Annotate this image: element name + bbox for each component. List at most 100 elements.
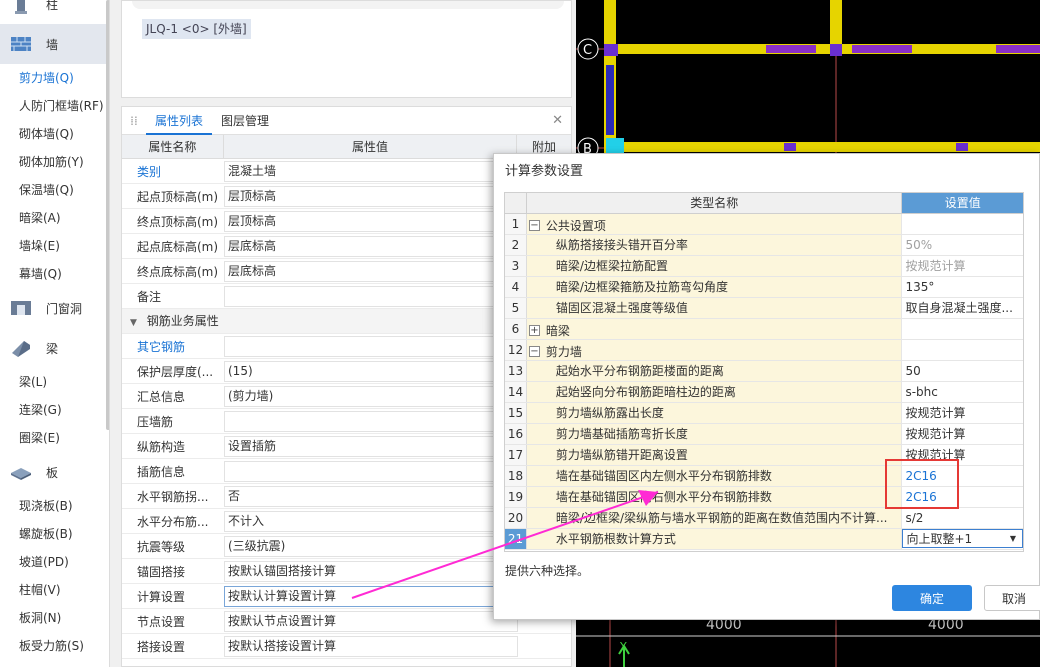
property-value[interactable]: 层底标高 (224, 235, 518, 257)
nav-item-civil-door-frame-wall[interactable]: 人防门框墙(RF) (0, 92, 109, 120)
setting-value-cell[interactable]: 取自身混凝土强度... (902, 298, 1023, 318)
nav-category-beam[interactable]: 梁 (0, 328, 109, 368)
setting-name-cell: 暗梁/边框梁箍筋及拉筋弯勾角度 (526, 277, 903, 297)
property-value[interactable] (224, 285, 518, 307)
settings-group-row[interactable]: 12− 剪力墙 (505, 340, 1023, 361)
property-value[interactable]: 不计入 (224, 510, 518, 532)
property-value[interactable]: 按默认节点设置计算 (224, 610, 518, 632)
close-icon[interactable]: ✕ (552, 113, 563, 128)
nav-category-column[interactable]: 柱 (0, 0, 109, 16)
nav-category-slab[interactable]: 板 (0, 452, 109, 492)
nav-item-column-cap[interactable]: 柱帽(V) (0, 576, 109, 604)
nav-item-spiral-slab[interactable]: 螺旋板(B) (0, 520, 109, 548)
setting-name-cell: 锚固区混凝土强度等级值 (526, 298, 903, 318)
setting-value-cell[interactable]: 50 (902, 361, 1023, 381)
property-value[interactable] (224, 410, 518, 432)
nav-item-slab-hole[interactable]: 板洞(N) (0, 604, 109, 632)
property-tabs: ⁞⁞ 属性列表 图层管理 ✕ (122, 106, 571, 135)
settings-row[interactable]: 19 墙在基础锚固区内右侧水平分布钢筋排数 2C16 (505, 487, 1023, 508)
setting-value-cell[interactable] (902, 319, 1023, 339)
setting-value-cell[interactable]: 按规范计算 (902, 424, 1023, 444)
setting-value-dropdown[interactable]: 向上取整+1 ▼ (902, 529, 1023, 548)
nav-scrollbar[interactable] (106, 0, 109, 430)
row-number: 3 (505, 256, 527, 276)
nav-item-cast-slab[interactable]: 现浇板(B) (0, 492, 109, 520)
nav-item-slab-rebar[interactable]: 板受力筋(S) (0, 632, 109, 660)
settings-row[interactable]: 21 水平钢筋根数计算方式 向上取整+1 ▼ (505, 529, 1023, 550)
property-value[interactable]: 混凝土墙 (224, 160, 518, 182)
nav-item-ramp[interactable]: 坡道(PD) (0, 548, 109, 576)
setting-value-cell[interactable]: s/2 (902, 508, 1023, 528)
settings-row[interactable]: 4 暗梁/边框梁箍筋及拉筋弯勾角度 135° (505, 277, 1023, 298)
nav-category-wall[interactable]: 墙 (0, 24, 109, 64)
setting-value-cell[interactable]: 按规范计算 (902, 445, 1023, 465)
calc-settings-value[interactable]: 按默认计算设置计算 (224, 585, 518, 607)
nav-item-curtain-wall[interactable]: 幕墙(Q) (0, 260, 109, 288)
settings-group-row[interactable]: 6 + 暗梁 (505, 319, 1023, 340)
property-value[interactable] (224, 335, 518, 357)
setting-value-cell[interactable]: 按规范计算 (902, 403, 1023, 423)
setting-value-cell[interactable]: s-bhc (902, 382, 1023, 402)
group-label-wrap: − 剪力墙 (527, 342, 582, 361)
nav-item-beam[interactable]: 梁(L) (0, 368, 109, 396)
group-label: 公共设置项 (545, 218, 606, 233)
column-node (784, 143, 796, 151)
setting-value-cell[interactable]: 2C16 (902, 466, 1023, 486)
property-value[interactable]: 层底标高 (224, 260, 518, 282)
component-tag[interactable]: JLQ-1 <0> [外墙] (142, 19, 251, 39)
cancel-button[interactable]: 取消 (984, 585, 1040, 611)
nav-item-coupling-beam[interactable]: 连梁(G) (0, 396, 109, 424)
property-value[interactable]: (三级抗震) (224, 535, 518, 557)
property-value[interactable]: (15) (224, 360, 518, 382)
settings-grid: 类型名称 设置值 1− 公共设置项 2 纵筋搭接接头错开百分率 50% 3 暗梁/边框梁拉筋… (504, 192, 1024, 552)
settings-row[interactable]: 2 纵筋搭接接头错开百分率 50% (505, 235, 1023, 256)
setting-value-cell[interactable]: 2C16 (902, 487, 1023, 507)
property-value[interactable]: 设置插筋 (224, 435, 518, 457)
setting-value-cell[interactable] (902, 340, 1023, 360)
property-value[interactable]: 按默认搭接设置计算 (224, 635, 518, 657)
property-value[interactable]: 按默认锚固搭接计算 (224, 560, 518, 582)
property-value[interactable]: (剪力墙) (224, 385, 518, 407)
setting-value: 按规范计算 (905, 406, 966, 420)
property-row[interactable]: 搭接设置 按默认搭接设置计算 (122, 634, 571, 659)
setting-value-cell[interactable]: 135° (902, 277, 1023, 297)
property-value[interactable]: 否 (224, 485, 518, 507)
collapse-icon[interactable]: − (528, 220, 540, 231)
settings-row[interactable]: 16 剪力墙基础插筋弯折长度 按规范计算 (505, 424, 1023, 445)
settings-row[interactable]: 17 剪力墙纵筋错开距离设置 按规范计算 (505, 445, 1023, 466)
settings-row[interactable]: 18 墙在基础锚固区内左侧水平分布钢筋排数 2C16 (505, 466, 1023, 487)
dropdown-arrow-icon[interactable]: ▼ (1010, 529, 1016, 549)
nav-item-masonry-wall[interactable]: 砌体墙(Q) (0, 120, 109, 148)
nav-item-shear-wall[interactable]: 剪力墙(Q) (0, 64, 109, 92)
tab-property-list[interactable]: 属性列表 (146, 106, 213, 135)
settings-row[interactable]: 14 起始竖向分布钢筋距暗柱边的距离 s-bhc (505, 382, 1023, 403)
row-number: 21 (505, 529, 527, 549)
property-value[interactable]: 层顶标高 (224, 210, 518, 232)
settings-row[interactable]: 20 暗梁/边框梁/梁纵筋与墙水平钢筋的距离在数值范围内不计算... s/2 (505, 508, 1023, 529)
setting-value: 2C16 (905, 469, 937, 483)
settings-row[interactable]: 15 剪力墙纵筋露出长度 按规范计算 (505, 403, 1023, 424)
nav-item-insulation-wall[interactable]: 保温墙(Q) (0, 176, 109, 204)
setting-value-cell[interactable]: 按规范计算 (902, 256, 1023, 276)
nav-item-masonry-rebar[interactable]: 砌体加筋(Y) (0, 148, 109, 176)
settings-row[interactable]: 13 起始水平分布钢筋距楼面的距离 50 (505, 361, 1023, 382)
tab-layer-management[interactable]: 图层管理 (212, 107, 278, 135)
nav-category-door-window[interactable]: 门窗洞 (0, 288, 109, 328)
settings-row[interactable]: 3 暗梁/边框梁拉筋配置 按规范计算 (505, 256, 1023, 277)
expand-icon[interactable]: + (528, 325, 540, 336)
nav-item-hidden-beam[interactable]: 暗梁(A) (0, 204, 109, 232)
ok-button[interactable]: 确定 (892, 585, 972, 611)
setting-value-cell[interactable]: 向上取整+1 ▼ (902, 529, 1023, 549)
property-value[interactable]: 层顶标高 (224, 185, 518, 207)
settings-row[interactable]: 5 锚固区混凝土强度等级值 取自身混凝土强度... (505, 298, 1023, 319)
setting-value-cell[interactable]: 50% (902, 235, 1023, 255)
nav-item-ring-beam[interactable]: 圈梁(E) (0, 424, 109, 452)
setting-name-cell: 水平钢筋根数计算方式 (526, 529, 903, 549)
settings-group-row[interactable]: 1− 公共设置项 (505, 214, 1023, 235)
drag-handle-icon[interactable]: ⁞⁞ (122, 114, 146, 128)
nav-item-wall-pier[interactable]: 墙垛(E) (0, 232, 109, 260)
property-value[interactable] (224, 460, 518, 482)
collapse-icon[interactable]: − (528, 346, 540, 357)
setting-value-cell[interactable] (902, 214, 1023, 234)
collapse-triangle-icon[interactable]: ▼ (130, 318, 137, 328)
